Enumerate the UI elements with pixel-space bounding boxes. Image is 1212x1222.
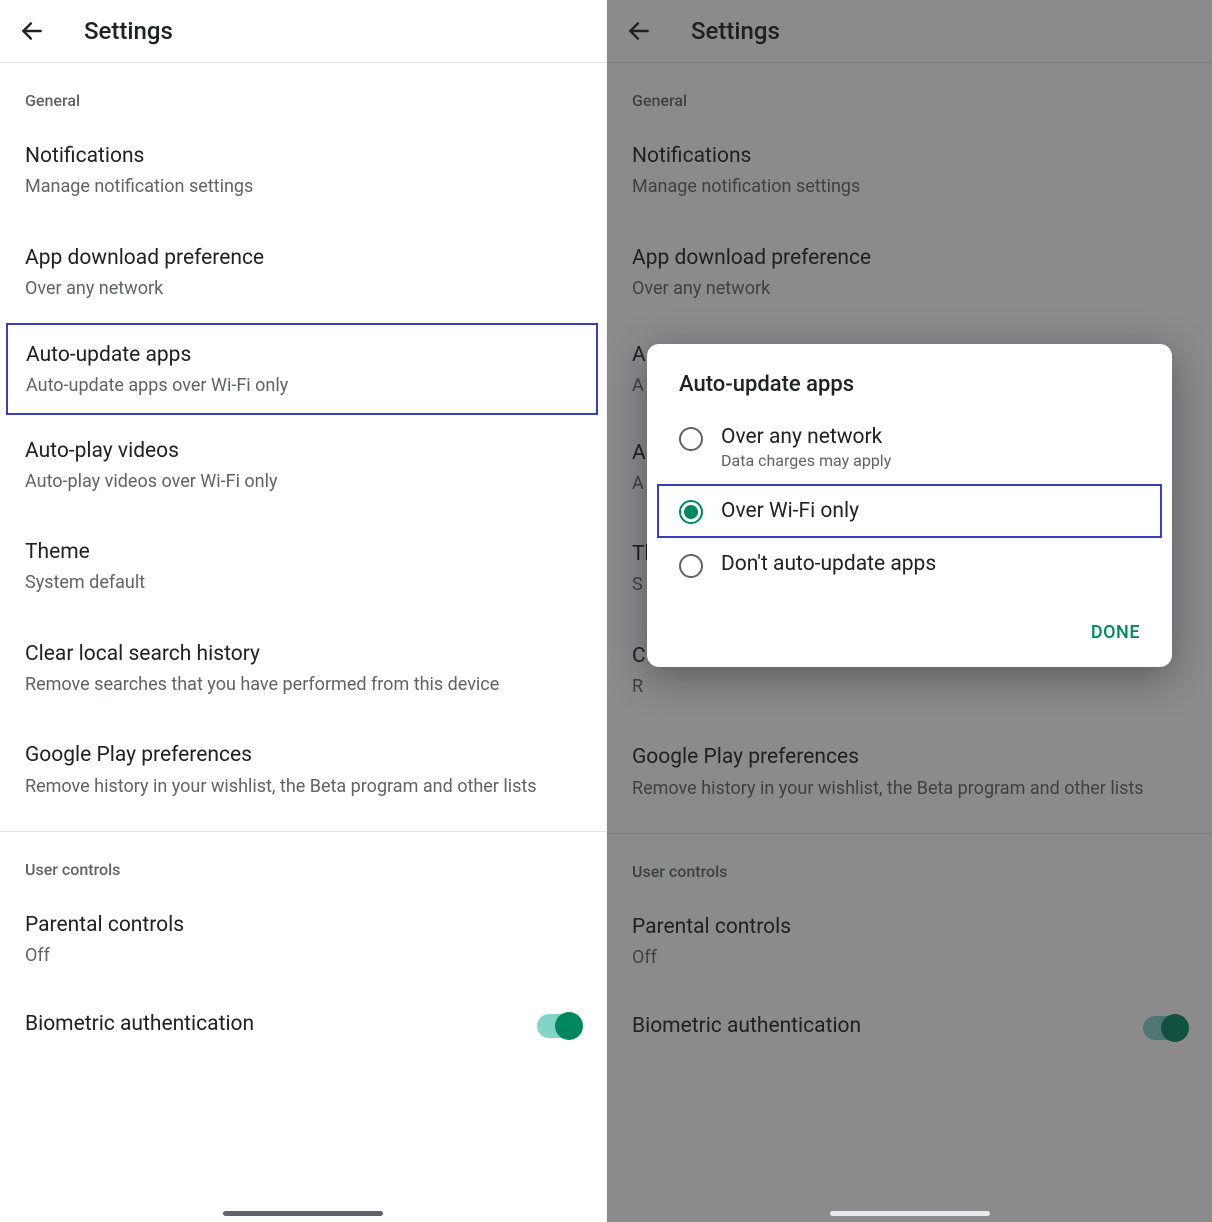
setting-subtitle: Manage notification settings: [25, 174, 581, 199]
setting-auto-update-apps[interactable]: Auto-update apps Auto-update apps over W…: [6, 323, 598, 415]
radio-label: Don't auto-update apps: [721, 552, 936, 576]
radio-icon: [679, 427, 703, 451]
setting-subtitle: Manage notification settings: [632, 174, 1187, 199]
setting-title: Auto-update apps: [26, 341, 578, 369]
radio-label: Over any network: [721, 425, 891, 449]
setting-subtitle: Auto-play videos over Wi-Fi only: [25, 469, 581, 494]
toggle-switch[interactable]: [537, 1014, 581, 1038]
app-bar: Settings: [607, 0, 1212, 62]
section-user-controls: User controls: [0, 832, 606, 889]
dialog-actions: DONE: [647, 592, 1172, 649]
setting-theme[interactable]: Theme System default: [0, 516, 606, 618]
setting-title: Auto-play videos: [25, 437, 581, 465]
radio-icon: [679, 500, 703, 524]
back-button[interactable]: [621, 13, 657, 49]
setting-title: Notifications: [632, 142, 1187, 170]
setting-biometric-authentication[interactable]: Biometric authentication: [0, 990, 606, 1038]
setting-biometric-authentication[interactable]: Biometric authentication: [607, 992, 1212, 1040]
setting-clear-search-history[interactable]: Clear local search history Remove search…: [0, 618, 606, 720]
app-bar: Settings: [0, 0, 606, 62]
setting-subtitle: Over any network: [632, 276, 1187, 301]
dialog-title: Auto-update apps: [647, 372, 1172, 411]
setting-subtitle: System default: [25, 570, 581, 595]
setting-download-preference[interactable]: App download preference Over any network: [0, 222, 606, 324]
toggle-switch[interactable]: [1143, 1016, 1187, 1040]
setting-title: Google Play preferences: [25, 741, 581, 769]
auto-update-dialog: Auto-update apps Over any network Data c…: [647, 344, 1172, 667]
setting-title: Biometric authentication: [25, 1010, 537, 1038]
setting-google-play-preferences[interactable]: Google Play preferences Remove history i…: [607, 721, 1212, 823]
setting-title: Parental controls: [25, 911, 581, 939]
setting-parental-controls[interactable]: Parental controls Off: [0, 889, 606, 991]
setting-notifications[interactable]: Notifications Manage notification settin…: [607, 120, 1212, 222]
home-indicator: [830, 1211, 990, 1216]
done-button[interactable]: DONE: [1091, 622, 1140, 643]
setting-auto-play-videos[interactable]: Auto-play videos Auto-play videos over W…: [0, 415, 606, 517]
setting-subtitle: Over any network: [25, 276, 581, 301]
page-title: Settings: [691, 17, 780, 45]
setting-download-preference[interactable]: App download preference Over any network: [607, 222, 1212, 324]
setting-title: Clear local search history: [25, 640, 581, 668]
section-general: General: [0, 63, 606, 120]
radio-over-any-network[interactable]: Over any network Data charges may apply: [647, 411, 1172, 484]
setting-title: Parental controls: [632, 913, 1187, 941]
setting-subtitle: Off: [25, 943, 581, 968]
radio-over-wifi-only[interactable]: Over Wi-Fi only: [657, 484, 1162, 538]
settings-screen-left: Settings General Notifications Manage no…: [0, 0, 606, 1222]
setting-subtitle: Auto-update apps over Wi-Fi only: [26, 373, 578, 398]
setting-title: Biometric authentication: [632, 1012, 1143, 1040]
radio-sublabel: Data charges may apply: [721, 451, 891, 470]
section-user-controls: User controls: [607, 834, 1212, 891]
radio-label: Over Wi-Fi only: [721, 499, 859, 523]
setting-title: Theme: [25, 538, 581, 566]
setting-google-play-preferences[interactable]: Google Play preferences Remove history i…: [0, 719, 606, 821]
setting-title: Notifications: [25, 142, 581, 170]
setting-parental-controls[interactable]: Parental controls Off: [607, 891, 1212, 993]
section-general: General: [607, 63, 1212, 120]
arrow-back-icon: [19, 18, 45, 44]
setting-subtitle: Remove searches that you have performed …: [25, 672, 581, 697]
settings-screen-right: Settings General Notifications Manage no…: [606, 0, 1212, 1222]
arrow-back-icon: [626, 18, 652, 44]
radio-dont-auto-update[interactable]: Don't auto-update apps: [647, 538, 1172, 592]
home-indicator: [223, 1211, 383, 1216]
page-title: Settings: [84, 17, 173, 45]
setting-subtitle: R: [632, 674, 1187, 699]
back-button[interactable]: [14, 13, 50, 49]
setting-notifications[interactable]: Notifications Manage notification settin…: [0, 120, 606, 222]
setting-title: App download preference: [25, 244, 581, 272]
setting-subtitle: Off: [632, 945, 1187, 970]
setting-title: App download preference: [632, 244, 1187, 272]
setting-subtitle: Remove history in your wishlist, the Bet…: [25, 774, 581, 799]
radio-icon: [679, 554, 703, 578]
setting-title: Google Play preferences: [632, 743, 1187, 771]
setting-subtitle: Remove history in your wishlist, the Bet…: [632, 776, 1187, 801]
